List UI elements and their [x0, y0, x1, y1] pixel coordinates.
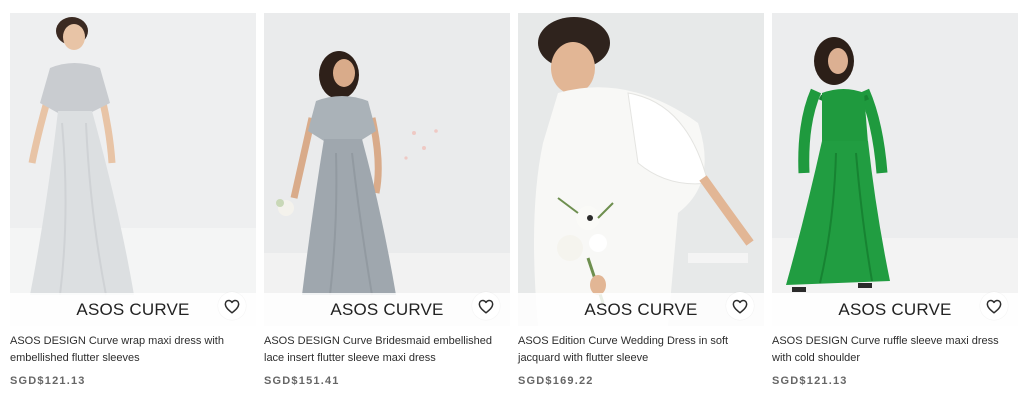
product-price: SGD$121.13 [772, 375, 848, 387]
dress-photo [772, 13, 1018, 326]
product-card[interactable]: ASOS CURVE ASOS DESIGN Curve wrap maxi d… [10, 13, 256, 393]
product-card[interactable]: ASOS CURVE ASOS DESIGN Curve Bridesmaid … [264, 13, 510, 393]
wishlist-button[interactable] [980, 292, 1008, 320]
product-grid: ASOS CURVE ASOS DESIGN Curve wrap maxi d… [10, 13, 1018, 393]
heart-icon [732, 299, 748, 314]
product-card[interactable]: ASOS CURVE ASOS DESIGN Curve ruffle slee… [772, 13, 1018, 393]
product-image[interactable]: ASOS CURVE [772, 13, 1018, 326]
product-price: SGD$121.13 [10, 375, 86, 387]
wishlist-button[interactable] [218, 292, 246, 320]
dress-photo [10, 13, 256, 326]
product-image[interactable]: ASOS CURVE [264, 13, 510, 326]
product-price: SGD$151.41 [264, 375, 340, 387]
product-title[interactable]: ASOS Edition Curve Wedding Dress in soft… [518, 333, 760, 367]
dress-photo [518, 13, 764, 326]
product-image[interactable]: ASOS CURVE [518, 13, 764, 326]
product-card[interactable]: ASOS CURVE ASOS Edition Curve Wedding Dr… [518, 13, 764, 393]
product-title[interactable]: ASOS DESIGN Curve ruffle sleeve maxi dre… [772, 333, 1014, 367]
heart-icon [224, 299, 240, 314]
wishlist-button[interactable] [472, 292, 500, 320]
product-title[interactable]: ASOS DESIGN Curve wrap maxi dress with e… [10, 333, 252, 367]
product-title[interactable]: ASOS DESIGN Curve Bridesmaid embellished… [264, 333, 506, 367]
heart-icon [986, 299, 1002, 314]
product-image[interactable]: ASOS CURVE [10, 13, 256, 326]
heart-icon [478, 299, 494, 314]
wishlist-button[interactable] [726, 292, 754, 320]
product-price: SGD$169.22 [518, 375, 594, 387]
dress-photo [264, 13, 510, 326]
